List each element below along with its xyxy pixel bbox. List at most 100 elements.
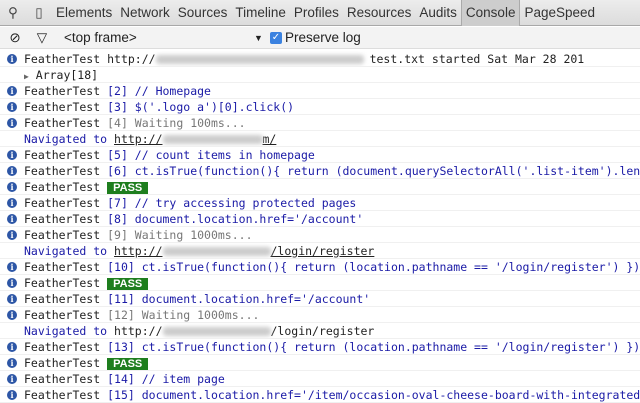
search-icon[interactable]: ⚲ — [0, 5, 26, 21]
message-text: [6] ct.isTrue(function(){ return (docume… — [107, 164, 640, 178]
console-message: i FeatherTest PASS — [0, 355, 640, 371]
console-message: i FeatherTest [12] Waiting 1000ms... — [0, 307, 640, 323]
tab-network[interactable]: Network — [116, 0, 174, 26]
message-text: [8] document.location.href='/account' — [107, 212, 364, 226]
navigated-label: Navigated to — [24, 132, 108, 146]
message-source: FeatherTest — [24, 340, 101, 354]
console-toolbar: ⊘ ▽ <top frame> ▼ ✓ Preserve log — [0, 27, 640, 49]
clear-console-icon[interactable]: ⊘ — [0, 30, 30, 46]
console-message: Navigated to http:///login/register — [0, 323, 640, 339]
console-message: i FeatherTest [2] // Homepage — [0, 83, 640, 99]
message-suffix: test.txt started Sat Mar 28 201 — [369, 52, 585, 66]
info-icon: i — [7, 166, 17, 176]
redacted-url — [162, 247, 271, 256]
pass-badge: PASS — [107, 358, 149, 370]
preserve-log-label[interactable]: Preserve log — [285, 30, 361, 45]
console-message: i FeatherTest [14] // item page — [0, 371, 640, 387]
tab-elements[interactable]: Elements — [52, 0, 116, 26]
info-icon: i — [7, 182, 17, 192]
device-mode-icon[interactable]: ▯ — [26, 5, 52, 21]
redacted-url — [155, 55, 364, 64]
console-message: Navigated to http://m/ — [0, 131, 640, 147]
message-text: [11] document.location.href='/account' — [107, 292, 371, 306]
message-text: [13] ct.isTrue(function(){ return (locat… — [107, 340, 640, 354]
message-text: [5] // count items in homepage — [107, 148, 315, 162]
message-source: FeatherTest — [24, 228, 101, 242]
console-message: i FeatherTest [8] document.location.href=… — [0, 211, 640, 227]
tab-profiles[interactable]: Profiles — [290, 0, 343, 26]
message-text: [7] // try accessing protected pages — [107, 196, 357, 210]
console-message: i FeatherTest [7] // try accessing protec… — [0, 195, 640, 211]
message-source: FeatherTest — [24, 308, 101, 322]
info-icon: i — [7, 54, 17, 64]
filter-icon[interactable]: ▽ — [30, 30, 54, 46]
info-icon: i — [7, 374, 17, 384]
console-log: i FeatherTest http:// test.txt started Sat… — [0, 51, 640, 403]
message-text: [3] $('.logo a')[0].click() — [107, 100, 295, 114]
console-message: i FeatherTest http:// test.txt started Sat… — [0, 51, 640, 67]
info-icon: i — [7, 390, 17, 400]
console-message: i FeatherTest [4] Waiting 100ms... — [0, 115, 640, 131]
message-source: FeatherTest — [24, 52, 101, 66]
message-source: FeatherTest — [24, 292, 101, 306]
message-source: FeatherTest — [24, 180, 101, 194]
console-message: i FeatherTest [11] document.location.href… — [0, 291, 640, 307]
message-text: [12] Waiting 1000ms... — [107, 308, 260, 322]
info-icon: i — [7, 86, 17, 96]
navigated-url[interactable]: http:///login/register — [114, 324, 374, 338]
message-text: [2] // Homepage — [107, 84, 211, 98]
chevron-down-icon[interactable]: ▼ — [254, 33, 270, 43]
info-icon: i — [7, 214, 17, 224]
redacted-url — [162, 135, 263, 144]
info-icon: i — [7, 230, 17, 240]
navigated-label: Navigated to — [24, 244, 108, 258]
info-icon: i — [7, 278, 17, 288]
console-message: i FeatherTest [6] ct.isTrue(function(){ r… — [0, 163, 640, 179]
message-source: FeatherTest — [24, 148, 101, 162]
message-source: FeatherTest — [24, 84, 101, 98]
navigated-url[interactable]: http:///login/register — [114, 244, 374, 258]
devtools-tab-bar: ⚲ ▯ Elements Network Sources Timeline Profil… — [0, 0, 640, 26]
tab-sources[interactable]: Sources — [174, 0, 232, 26]
message-source: FeatherTest — [24, 212, 101, 226]
info-icon: i — [7, 342, 17, 352]
console-message: i FeatherTest [3] $('.logo a')[0].click() — [0, 99, 640, 115]
message-prefix: http:// — [107, 52, 156, 66]
message-source: FeatherTest — [24, 164, 101, 178]
tab-console[interactable]: Console — [460, 0, 521, 26]
pass-badge: PASS — [107, 278, 149, 290]
message-text: [10] ct.isTrue(function(){ return (locat… — [107, 260, 640, 274]
array-object[interactable]: Array[18] — [36, 68, 98, 82]
console-message: i FeatherTest [15] document.location.href… — [0, 387, 640, 403]
message-source: FeatherTest — [24, 116, 101, 130]
info-icon: i — [7, 310, 17, 320]
info-icon: i — [7, 294, 17, 304]
console-message: i FeatherTest PASS — [0, 275, 640, 291]
info-icon: i — [7, 198, 17, 208]
navigated-label: Navigated to — [24, 324, 108, 338]
frame-select[interactable]: <top frame> — [54, 30, 254, 45]
console-message: i FeatherTest [9] Waiting 1000ms... — [0, 227, 640, 243]
console-message: ▶ Array[18] — [0, 67, 640, 83]
info-icon: i — [7, 150, 17, 160]
console-message: i FeatherTest [5] // count items in homep… — [0, 147, 640, 163]
info-icon: i — [7, 262, 17, 272]
redacted-url — [162, 327, 271, 336]
message-source: FeatherTest — [24, 260, 101, 274]
message-text: [4] Waiting 100ms... — [107, 116, 246, 130]
message-text: [14] // item page — [107, 372, 225, 386]
console-message: i FeatherTest [10] ct.isTrue(function(){ … — [0, 259, 640, 275]
preserve-log-checkbox[interactable]: ✓ — [270, 31, 282, 44]
navigated-url[interactable]: http://m/ — [114, 132, 276, 146]
info-icon: i — [7, 358, 17, 368]
message-source: FeatherTest — [24, 372, 101, 386]
console-message: i FeatherTest PASS — [0, 179, 640, 195]
message-text: [9] Waiting 1000ms... — [107, 228, 253, 242]
message-source: FeatherTest — [24, 276, 101, 290]
tab-resources[interactable]: Resources — [343, 0, 416, 26]
tab-audits[interactable]: Audits — [415, 0, 461, 26]
expand-triangle-icon[interactable]: ▶ — [24, 72, 29, 81]
console-message: Navigated to http:///login/register — [0, 243, 640, 259]
tab-pagespeed[interactable]: PageSpeed — [520, 0, 599, 26]
tab-timeline[interactable]: Timeline — [231, 0, 290, 26]
